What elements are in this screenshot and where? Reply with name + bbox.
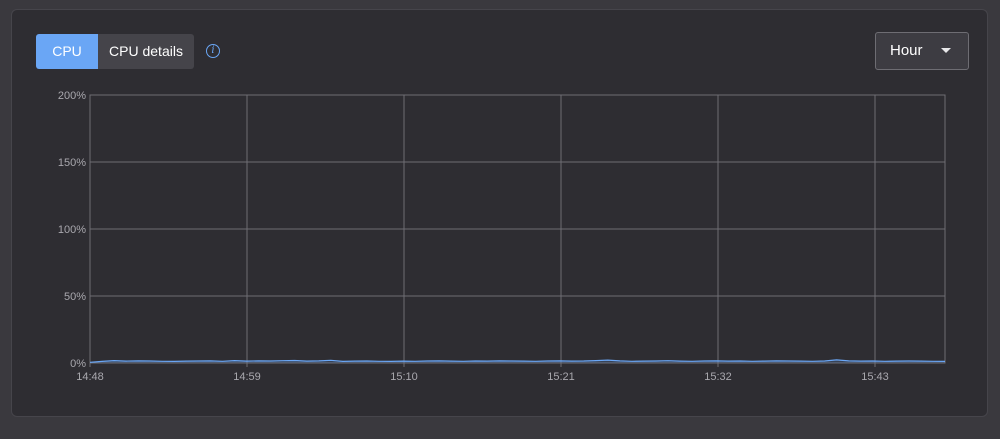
y-axis-ticks: 0% 50% 100% 150% 200% <box>58 90 86 370</box>
x-tick-label: 15:43 <box>861 371 889 383</box>
y-tick-label: 0% <box>70 358 86 370</box>
x-tick-label: 15:10 <box>390 371 418 383</box>
x-tick-label: 14:48 <box>76 371 104 383</box>
y-tick-label: 50% <box>64 291 86 303</box>
cpu-chart: 0% 50% 100% 150% 200% 14:48 14:59 15:10 15:21 15… <box>58 90 946 383</box>
chart-grid <box>89 94 946 367</box>
x-tick-label: 15:21 <box>547 371 575 383</box>
y-tick-label: 200% <box>58 90 86 102</box>
x-tick-label: 14:59 <box>233 371 261 383</box>
y-tick-label: 150% <box>58 157 86 169</box>
x-tick-label: 15:32 <box>704 371 732 383</box>
x-axis-ticks: 14:48 14:59 15:10 15:21 15:32 15:43 <box>76 371 889 383</box>
cpu-panel: CPU CPU details i Hour 0% 50% 100% 150% 200%… <box>11 9 988 417</box>
y-tick-label: 100% <box>58 224 86 236</box>
